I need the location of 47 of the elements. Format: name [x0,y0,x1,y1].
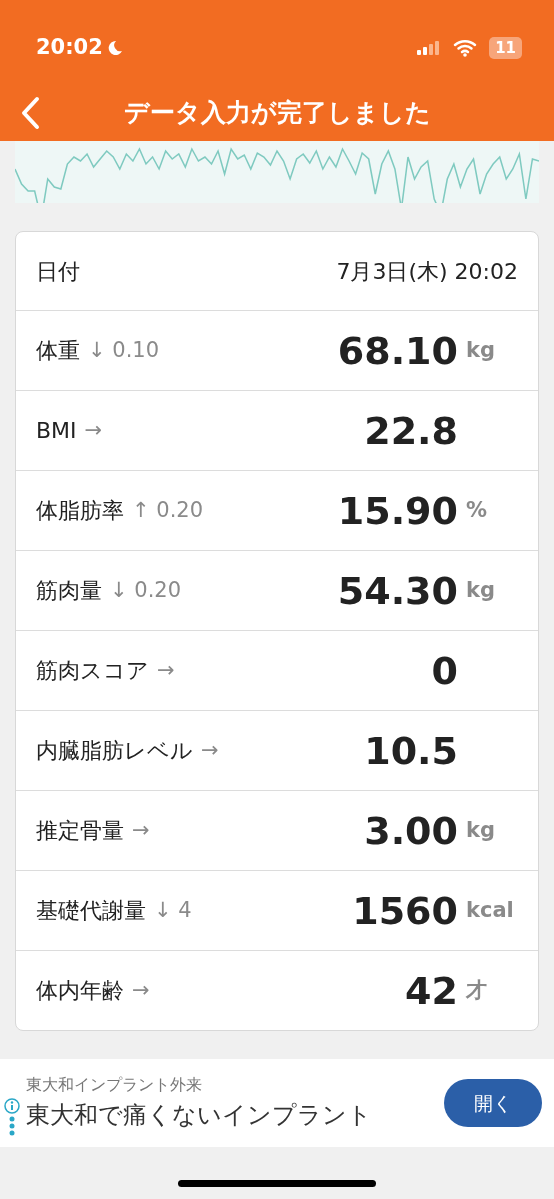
metric-value: 0 [431,651,458,690]
metric-label: BMI [36,417,77,445]
metric-label: 筋肉スコア [36,657,149,685]
moon-icon [106,40,123,56]
metric-value: 42 [405,971,458,1010]
trend-text: ↓ 4 [154,896,192,924]
unit-text: kg [466,817,495,842]
nav-title: データ入力が完了しました [122,97,432,130]
back-icon[interactable] [20,96,40,130]
metric-value: 1560 [352,891,458,930]
metric-value: 15.90 [337,491,458,530]
metric-value: 54.30 [337,571,458,610]
unit-text: % [466,497,488,522]
trend-text: ↓ 0.10 [88,336,160,364]
date-value: 7月3日(木) 20:02 [336,257,518,286]
info-icon[interactable] [4,1098,20,1114]
trend-text: → [132,976,150,1004]
signal-icon [417,41,442,55]
ad-headline: 東大和で痛くないインプラント [26,1100,373,1131]
metric-label: 内臓脂肪レベル [36,737,193,765]
trend-text: ↑ 0.20 [132,496,204,524]
metric-value: 68.10 [337,331,458,370]
unit-text: kg [466,577,495,602]
trend-text: → [132,816,150,844]
more-icon[interactable] [9,1116,15,1136]
trend-text: → [157,656,175,684]
unit-text: kcal [466,897,514,922]
trend-text: → [201,736,219,764]
date-label: 日付 [36,257,80,286]
metric-value: 22.8 [364,411,458,450]
trend-text: → [84,416,103,444]
wifi-icon [453,39,478,57]
ad-advertiser: 東大和インプラント外来 [26,1074,203,1096]
metric-value: 10.5 [364,731,458,770]
open-button[interactable]: 開く [444,1079,542,1127]
battery-icon: 11 [489,37,522,59]
metric-label: 筋肉量 [36,577,102,605]
metric-label: 基礎代謝量 [36,897,146,925]
status-time: 20:02 [36,34,103,62]
unit-text: kg [466,337,495,362]
unit-text: 才 [466,977,487,1002]
trend-text: ↓ 0.20 [110,576,182,604]
metric-label: 体内年齢 [36,977,124,1005]
metric-label: 体脂肪率 [36,497,124,525]
metric-label: 推定骨量 [36,817,124,845]
metric-value: 3.00 [364,811,458,850]
metric-label: 体重 [36,337,80,365]
